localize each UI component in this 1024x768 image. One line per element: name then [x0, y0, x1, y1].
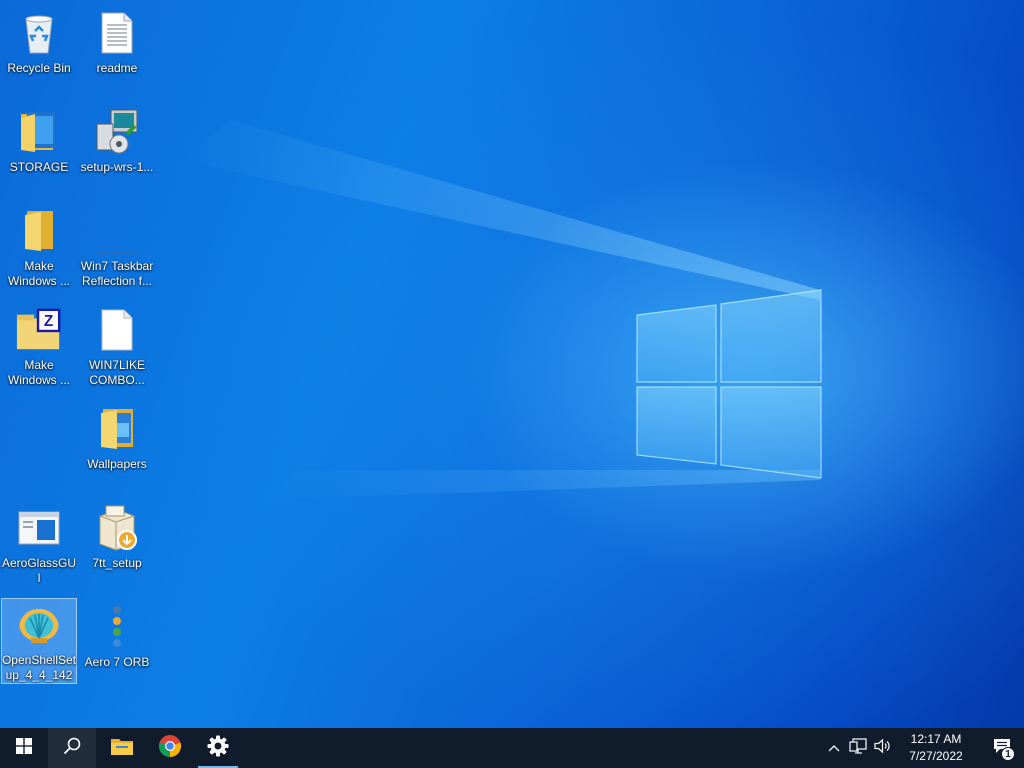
- icon-label: Aero 7 ORB: [84, 655, 150, 669]
- volume-icon: [874, 738, 892, 759]
- icon-label: Wallpapers: [87, 457, 147, 471]
- installer-icon: [93, 108, 141, 156]
- icon-label: Win7 Taskbar Reflection f...: [80, 259, 154, 288]
- desktop-icon-openshellsetup[interactable]: OpenShellSet up_4_4_142: [1, 598, 77, 684]
- chevron-up-icon: [828, 739, 840, 757]
- desktop-icon-setup-wrs[interactable]: setup-wrs-1...: [79, 103, 155, 176]
- desktop-icon-win7like-combo[interactable]: WIN7LIKE COMBO...: [79, 301, 155, 389]
- icon-label: Make Windows ...: [7, 358, 70, 387]
- taskbar: 12:17 AM 7/27/2022 1: [0, 728, 1024, 768]
- search-button[interactable]: [48, 728, 96, 768]
- icon-label: readme: [96, 61, 138, 75]
- notification-count-badge: 1: [1001, 747, 1015, 761]
- chrome-icon: [158, 734, 182, 763]
- shell-icon: [15, 603, 63, 649]
- volume-button[interactable]: [870, 728, 896, 768]
- desktop-icon-win7-taskbar-reflection[interactable]: Win7 Taskbar Reflection f...: [79, 202, 155, 290]
- desktop-icon-wallpapers[interactable]: Wallpapers: [79, 400, 155, 473]
- orb-icon: [93, 603, 141, 651]
- desktop-icon-recycle-bin[interactable]: Recycle Bin: [1, 4, 77, 77]
- desktop-icon-make-windows-zip[interactable]: Z Make Windows ...: [1, 301, 77, 389]
- start-button[interactable]: [0, 728, 48, 768]
- desktop-icon-7tt-setup[interactable]: 7tt_setup: [79, 499, 155, 572]
- blank-document-icon: [93, 306, 141, 354]
- icon-label: OpenShellSet up_4_4_142: [1, 653, 77, 682]
- folder-icon: [15, 108, 63, 156]
- windows-start-icon: [16, 737, 32, 759]
- search-icon: [63, 737, 81, 760]
- windows-logo: [636, 289, 822, 479]
- gear-icon: [207, 735, 229, 762]
- zip-folder-icon: Z: [15, 306, 63, 354]
- desktop-icon-aeroglassgui[interactable]: AeroGlassGUI: [1, 499, 77, 587]
- blank-shortcut-icon: [93, 207, 141, 255]
- icon-label: WIN7LIKE COMBO...: [88, 358, 145, 387]
- taskbar-chrome-button[interactable]: [146, 728, 194, 768]
- desktop-icon-aero-7-orb[interactable]: Aero 7 ORB: [79, 598, 155, 671]
- folder-icon: [93, 405, 141, 453]
- icon-label: Make Windows ...: [7, 259, 70, 288]
- icon-label: 7tt_setup: [92, 556, 142, 570]
- setup-box-icon: [93, 504, 141, 552]
- icon-label: STORAGE: [9, 160, 69, 174]
- recycle-bin-icon: [15, 9, 63, 57]
- desktop[interactable]: Recycle Bin STORAGE Make Windows ... Z M…: [0, 0, 1024, 728]
- desktop-icon-storage[interactable]: STORAGE: [1, 103, 77, 176]
- folder-icon: [15, 207, 63, 255]
- taskbar-settings-button[interactable]: [194, 728, 242, 768]
- clock-time: 12:17 AM: [910, 732, 962, 746]
- clock-button[interactable]: 12:17 AM 7/27/2022: [900, 728, 972, 768]
- folder-icon: [110, 736, 134, 761]
- window-app-icon: [15, 504, 63, 552]
- text-document-icon: [93, 9, 141, 57]
- desktop-icon-readme[interactable]: readme: [79, 4, 155, 77]
- system-tray: 12:17 AM 7/27/2022 1: [822, 728, 1024, 768]
- clock-date: 7/27/2022: [909, 749, 963, 763]
- network-icon: [849, 737, 867, 759]
- show-hidden-icons-button[interactable]: [822, 728, 846, 768]
- desktop-icon-make-windows-folder[interactable]: Make Windows ...: [1, 202, 77, 290]
- icon-label: setup-wrs-1...: [80, 160, 154, 174]
- action-center-button[interactable]: 1: [980, 728, 1024, 768]
- icon-label: AeroGlassGUI: [1, 556, 77, 585]
- taskbar-file-explorer-button[interactable]: [98, 728, 146, 768]
- icon-label: Recycle Bin: [7, 61, 71, 75]
- svg-text:Z: Z: [44, 313, 53, 330]
- network-button[interactable]: [846, 728, 870, 768]
